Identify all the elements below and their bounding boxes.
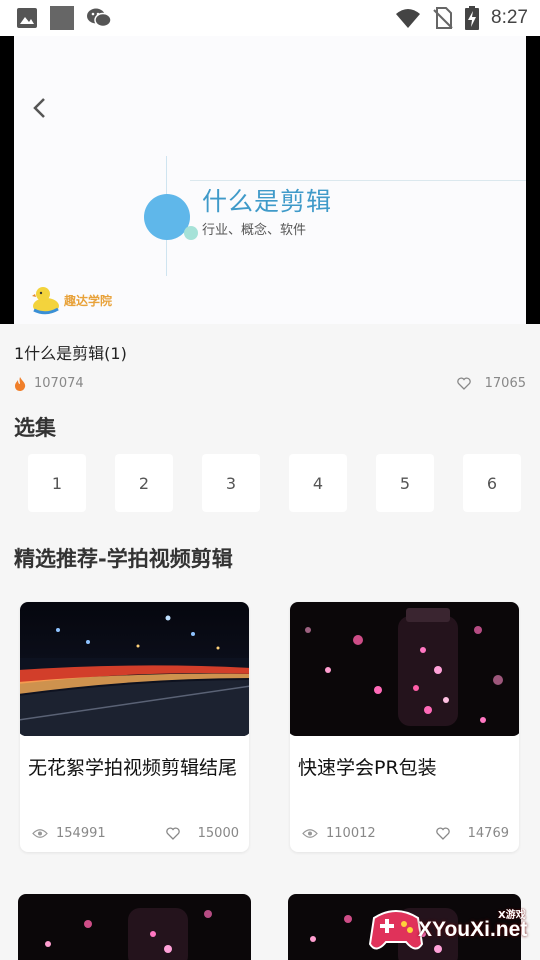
slide-subtitle: 行业、概念、软件 — [202, 223, 307, 238]
episode-button[interactable]: 2 — [115, 454, 173, 512]
heart-icon[interactable] — [165, 827, 180, 840]
clock: 8:27 — [491, 7, 528, 28]
heart-icon[interactable] — [435, 827, 450, 840]
logo-text: 趣达学院 — [64, 293, 113, 308]
no-sim-icon — [433, 7, 453, 29]
duck-logo-icon — [32, 287, 59, 315]
video-thumbnail — [290, 602, 519, 736]
episode-list: 1 2 3 4 5 6 — [28, 454, 521, 512]
app-notification-icon — [50, 6, 74, 30]
image-notification-icon — [17, 8, 37, 28]
brand-logo: 趣达学院 — [32, 285, 112, 315]
slide-title: 什么是剪辑 — [202, 187, 333, 216]
episode-title: 1什么是剪辑(1) — [14, 344, 127, 363]
episode-button[interactable]: 3 — [202, 454, 260, 512]
episode-button[interactable]: 1 — [28, 454, 86, 512]
episode-section-title: 选集 — [14, 416, 56, 440]
eye-icon — [302, 829, 318, 838]
video-card-stats: 154991 15000 — [32, 826, 239, 841]
episode-button[interactable]: 6 — [463, 454, 521, 512]
view-count: 110012 — [302, 826, 376, 841]
play-count: 107074 — [14, 376, 84, 391]
video-frame: 什么是剪辑 行业、概念、软件 — [14, 36, 526, 324]
wechat-icon — [87, 8, 112, 28]
wifi-icon — [396, 9, 421, 28]
flame-icon — [15, 376, 26, 391]
episode-button[interactable]: 4 — [289, 454, 347, 512]
gamepad-logo-icon — [368, 910, 424, 950]
video-card-title: 无花絮学拍视频剪辑结尾 — [28, 757, 238, 779]
like-count[interactable]: 17065 — [456, 376, 526, 391]
like-count[interactable]: 14769 — [435, 826, 509, 841]
video-card-stats: 110012 14769 — [302, 826, 509, 841]
episode-button[interactable]: 5 — [376, 454, 434, 512]
video-card[interactable]: 无花絮学拍视频剪辑结尾 154991 15000 — [20, 602, 249, 852]
decor-circle-small — [184, 226, 198, 240]
video-card-title: 快速学会PR包装 — [298, 757, 437, 779]
status-bar: 8:27 — [0, 0, 540, 36]
watermark: X游戏 XYouXi.net — [366, 896, 536, 956]
heart-icon[interactable] — [456, 377, 471, 390]
video-thumbnail-next[interactable] — [18, 894, 251, 960]
eye-icon — [32, 829, 48, 838]
view-count: 154991 — [32, 826, 106, 841]
video-thumbnail — [20, 602, 249, 736]
video-card[interactable]: 快速学会PR包装 110012 14769 — [290, 602, 519, 852]
back-arrow-icon[interactable] — [28, 96, 52, 120]
recommend-section-title: 精选推荐-学拍视频剪辑 — [14, 547, 233, 571]
video-player[interactable]: 什么是剪辑 行业、概念、软件 趣达学院 — [0, 36, 540, 324]
like-count[interactable]: 15000 — [165, 826, 239, 841]
battery-charging-icon — [465, 6, 480, 30]
